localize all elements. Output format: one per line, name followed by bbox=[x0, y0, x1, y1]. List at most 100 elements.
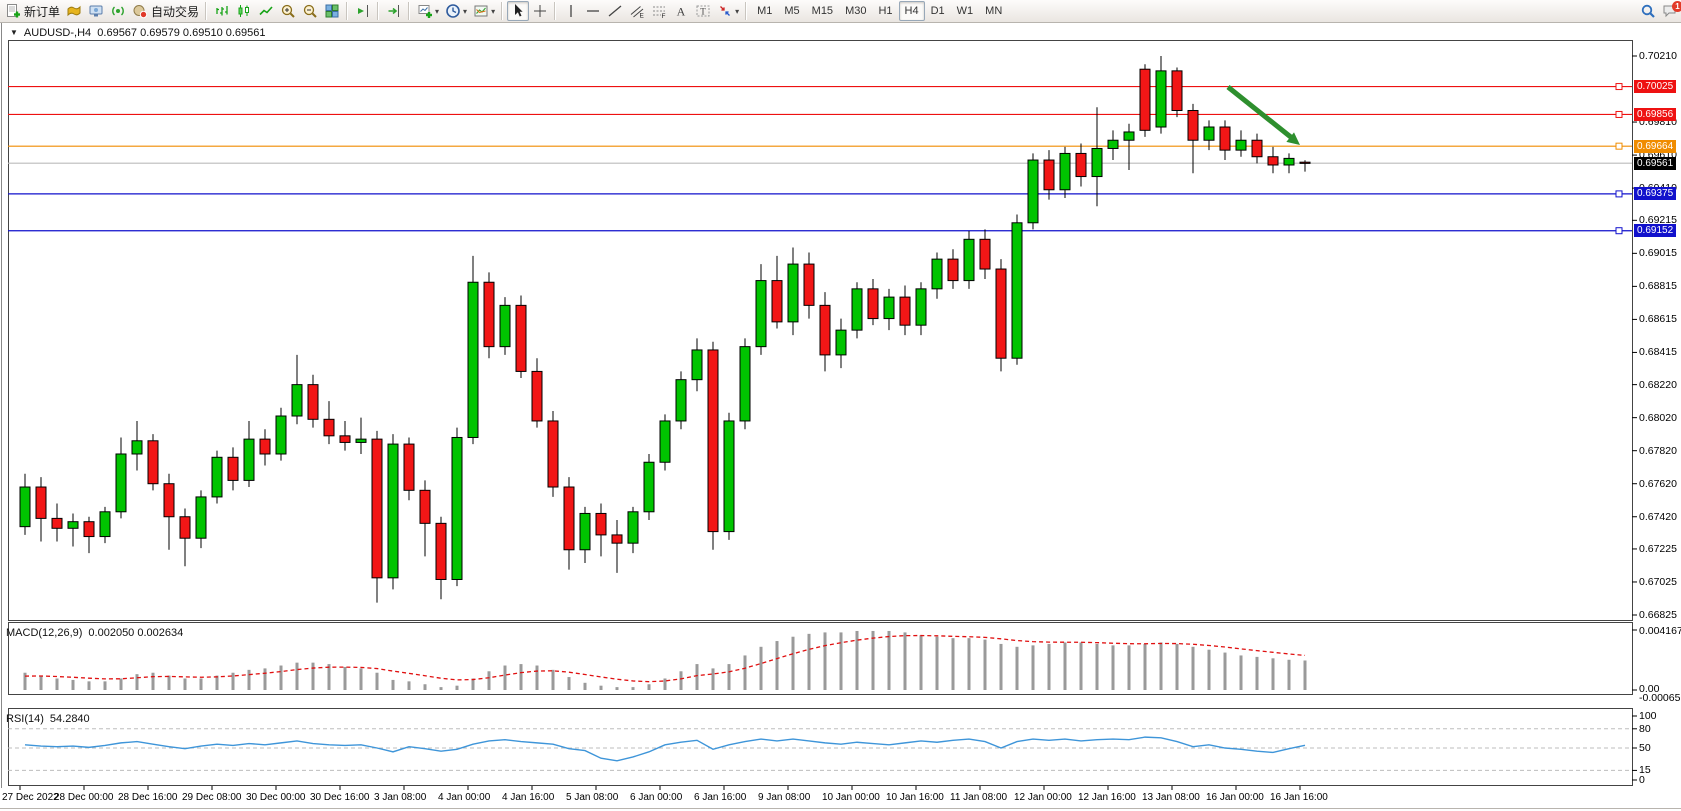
periods-button[interactable]: ▾ bbox=[442, 1, 470, 21]
vertical-line-tool-button[interactable] bbox=[560, 1, 582, 21]
price-tick-label: 0.70210 bbox=[1639, 50, 1677, 62]
button-label: M1 bbox=[757, 5, 772, 17]
candle-body bbox=[996, 269, 1006, 358]
line-handle[interactable] bbox=[1616, 84, 1622, 90]
line-handle[interactable] bbox=[1616, 111, 1622, 117]
rsi-axis-label: 0 bbox=[1639, 774, 1645, 786]
date-label: 5 Jan 08:00 bbox=[566, 792, 618, 803]
candle-body bbox=[1060, 153, 1070, 189]
candle-body bbox=[820, 305, 830, 355]
date-label: 6 Jan 16:00 bbox=[694, 792, 746, 803]
candlesticks[interactable] bbox=[20, 56, 1310, 603]
auto-scroll-button[interactable] bbox=[383, 1, 405, 21]
crosshair-icon bbox=[532, 3, 548, 19]
toolbar-separator bbox=[205, 2, 208, 20]
market-watch-button[interactable] bbox=[63, 1, 85, 21]
signals-button[interactable] bbox=[107, 1, 129, 21]
line-handle[interactable] bbox=[1616, 143, 1622, 149]
candle-body bbox=[1252, 140, 1262, 157]
tile-windows-button[interactable] bbox=[321, 1, 343, 21]
timeframe-h1[interactable]: H1 bbox=[872, 1, 898, 21]
candle-body bbox=[324, 419, 334, 436]
candle-body bbox=[948, 259, 958, 280]
candle-body bbox=[788, 264, 798, 322]
zoom-out-button[interactable] bbox=[299, 1, 321, 21]
crosshair-tool-button[interactable] bbox=[529, 1, 551, 21]
autotrading-icon bbox=[132, 3, 148, 19]
chart-canvas[interactable] bbox=[0, 23, 1681, 811]
horizontal-line-tool-button[interactable] bbox=[582, 1, 604, 21]
candle-body bbox=[356, 439, 366, 442]
templates-button[interactable]: ▾ bbox=[470, 1, 498, 21]
candle-body bbox=[340, 436, 350, 443]
candle-body bbox=[1108, 140, 1118, 148]
candle-body bbox=[868, 289, 878, 319]
arrows-icon bbox=[717, 3, 733, 19]
chevron-down-icon[interactable]: ▼ bbox=[10, 28, 18, 37]
fibonacci-tool-button[interactable]: F bbox=[648, 1, 670, 21]
date-label: 29 Dec 08:00 bbox=[182, 792, 242, 803]
dropdown-caret-icon: ▾ bbox=[491, 7, 495, 16]
candle-body bbox=[580, 513, 590, 549]
pane-border bbox=[9, 709, 1633, 786]
zoom-out-icon bbox=[302, 3, 318, 19]
date-label: 10 Jan 00:00 bbox=[822, 792, 880, 803]
timeframe-d1[interactable]: D1 bbox=[925, 1, 951, 21]
zoom-in-button[interactable] bbox=[277, 1, 299, 21]
button-label: W1 bbox=[957, 5, 974, 17]
timeframe-m30[interactable]: M30 bbox=[839, 1, 872, 21]
channel-tool-button[interactable]: E bbox=[626, 1, 648, 21]
timeframe-w1[interactable]: W1 bbox=[951, 1, 980, 21]
pane-border bbox=[9, 623, 1633, 695]
search-button[interactable] bbox=[1637, 1, 1659, 21]
candle-body bbox=[372, 439, 382, 578]
line-chart-icon bbox=[258, 3, 274, 19]
trend-arrow[interactable] bbox=[1228, 87, 1300, 145]
new-order-button[interactable]: 新订单 bbox=[2, 1, 63, 21]
terminal-button[interactable] bbox=[85, 1, 107, 21]
candle-body bbox=[36, 487, 46, 518]
signals-icon bbox=[110, 3, 126, 19]
macd-histogram bbox=[25, 631, 1305, 690]
candle-body bbox=[548, 421, 558, 487]
price-tick-label: 0.68220 bbox=[1639, 379, 1677, 391]
candle-body bbox=[724, 421, 734, 532]
line-handle[interactable] bbox=[1616, 228, 1622, 234]
timeframe-m5[interactable]: M5 bbox=[778, 1, 805, 21]
candle-body bbox=[660, 421, 670, 462]
text-tool-button[interactable]: A bbox=[670, 1, 692, 21]
line-handle[interactable] bbox=[1616, 191, 1622, 197]
timeframe-m1[interactable]: M1 bbox=[751, 1, 778, 21]
candle-body bbox=[404, 444, 414, 490]
text-label-tool-button[interactable]: T bbox=[692, 1, 714, 21]
autotrading-button[interactable]: 自动交易 bbox=[129, 1, 202, 21]
candle-body bbox=[228, 457, 238, 480]
new-chart-button[interactable]: ▾ bbox=[414, 1, 442, 21]
bar-chart-button[interactable] bbox=[211, 1, 233, 21]
price-tick-label: 0.66825 bbox=[1639, 609, 1677, 621]
arrows-tool-button[interactable]: ▾ bbox=[714, 1, 742, 21]
cursor-icon bbox=[510, 3, 526, 19]
price-tick-label: 0.68415 bbox=[1639, 346, 1677, 358]
timeframe-mn[interactable]: MN bbox=[979, 1, 1008, 21]
price-tick-label: 0.67620 bbox=[1639, 478, 1677, 490]
timeframe-m15[interactable]: M15 bbox=[806, 1, 839, 21]
candlestick-chart-button[interactable] bbox=[233, 1, 255, 21]
shift-chart-button[interactable] bbox=[352, 1, 374, 21]
chat-button[interactable]: 1 bbox=[1659, 1, 1681, 21]
macd-values: 0.002050 0.002634 bbox=[88, 627, 183, 639]
line-chart-button[interactable] bbox=[255, 1, 277, 21]
svg-text:T: T bbox=[700, 7, 706, 17]
timeframe-h4[interactable]: H4 bbox=[899, 1, 925, 21]
toolbar-separator bbox=[346, 2, 349, 20]
trendline-tool-button[interactable] bbox=[604, 1, 626, 21]
chart-window[interactable]: ▼AUDUSD-,H4 0.69567 0.69579 0.69510 0.69… bbox=[0, 23, 1681, 811]
button-label: H4 bbox=[905, 5, 919, 17]
auto-scroll-icon bbox=[386, 3, 402, 19]
button-label: H1 bbox=[878, 5, 892, 17]
horizontal-line-icon bbox=[585, 3, 601, 19]
svg-text:E: E bbox=[640, 13, 645, 20]
date-label: 28 Dec 00:00 bbox=[54, 792, 114, 803]
cursor-tool-button[interactable] bbox=[507, 1, 529, 21]
date-label: 4 Jan 00:00 bbox=[438, 792, 490, 803]
